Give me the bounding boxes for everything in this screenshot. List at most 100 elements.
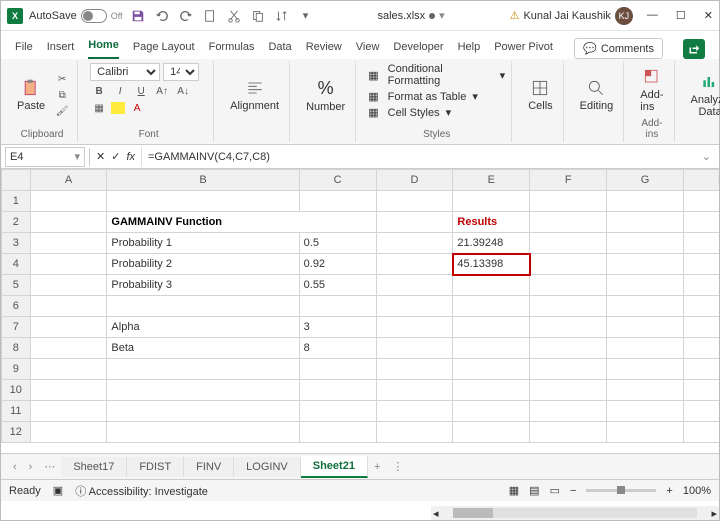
row-header[interactable]: 8 [2, 338, 31, 359]
zoom-out-button[interactable]: − [570, 485, 576, 497]
horizontal-scrollbar[interactable]: ◂ ▸ [431, 506, 719, 520]
tab-page-layout[interactable]: Page Layout [133, 37, 195, 59]
row-header[interactable]: 6 [2, 296, 31, 317]
cut-button[interactable]: ✂ [53, 72, 71, 86]
cell-b4[interactable]: Probability 2 [107, 254, 299, 275]
cell-c5[interactable]: 0.55 [299, 275, 376, 296]
col-header-a[interactable]: A [30, 170, 107, 191]
view-page-layout-icon[interactable]: ▤ [529, 484, 539, 497]
cell-title[interactable]: GAMMAINV Function [107, 212, 376, 233]
editing-button[interactable]: Editing [576, 76, 618, 114]
macros-icon[interactable]: ▣ [53, 484, 63, 497]
copy-button[interactable]: ⧉ [53, 88, 71, 102]
row-header[interactable]: 7 [2, 317, 31, 338]
fill-color-button[interactable] [111, 102, 125, 114]
analyze-data-button[interactable]: Analyze Data [687, 70, 720, 120]
minimize-icon[interactable]: — [647, 9, 658, 22]
filename-chevron-icon[interactable]: ▾ [439, 9, 445, 22]
alignment-button[interactable]: Alignment [226, 76, 283, 114]
select-all-cell[interactable] [2, 170, 31, 191]
underline-button[interactable]: U [132, 84, 150, 98]
bold-button[interactable]: B [90, 84, 108, 98]
share-button[interactable] [683, 39, 705, 59]
cell-c8[interactable]: 8 [299, 338, 376, 359]
number-button[interactable]: % Number [302, 76, 349, 115]
row-header[interactable]: 5 [2, 275, 31, 296]
col-header-h[interactable]: H [684, 170, 719, 191]
sheet-tab[interactable]: Sheet17 [61, 457, 127, 477]
new-sheet-button[interactable]: + [368, 461, 386, 473]
cell-b5[interactable]: Probability 3 [107, 275, 299, 296]
name-box[interactable]: E4 ▾ [5, 147, 85, 167]
cut-icon[interactable] [227, 9, 241, 23]
tab-file[interactable]: File [15, 37, 33, 59]
sort-icon[interactable] [275, 9, 289, 23]
borders-button[interactable]: ▦ [90, 101, 108, 115]
view-normal-icon[interactable]: ▦ [509, 484, 519, 497]
scroll-right-icon[interactable]: ▸ [709, 507, 719, 520]
sheet-tab[interactable]: FINV [184, 457, 234, 477]
tab-formulas[interactable]: Formulas [209, 37, 255, 59]
redo-icon[interactable] [179, 9, 193, 23]
chevron-down-icon[interactable]: ▾ [299, 9, 313, 23]
tab-power-pivot[interactable]: Power Pivot [494, 37, 553, 59]
col-header-g[interactable]: G [607, 170, 684, 191]
namebox-chevron-icon[interactable]: ▾ [74, 150, 80, 163]
spreadsheet-grid[interactable]: A B C D E F G H 1 2 GAMMAINV Function Re… [1, 169, 719, 453]
sheet-nav-more-icon[interactable]: ⋯ [38, 460, 61, 473]
tab-home[interactable]: Home [88, 35, 119, 59]
font-size-select[interactable]: 14 [163, 63, 199, 81]
cell-e4-selected[interactable]: 45.13398 [453, 254, 530, 275]
scroll-left-icon[interactable]: ◂ [431, 507, 441, 520]
zoom-slider[interactable] [586, 489, 656, 492]
row-header[interactable]: 2 [2, 212, 31, 233]
row-header[interactable]: 10 [2, 380, 31, 401]
col-header-d[interactable]: D [376, 170, 453, 191]
col-header-c[interactable]: C [299, 170, 376, 191]
tab-review[interactable]: Review [306, 37, 342, 59]
col-header-b[interactable]: B [107, 170, 299, 191]
paste-button[interactable]: Paste [13, 76, 49, 114]
undo-icon[interactable] [155, 9, 169, 23]
autosave-toggle[interactable]: AutoSave Off [29, 9, 123, 23]
italic-button[interactable]: I [111, 84, 129, 98]
increase-font-icon[interactable]: A↑ [153, 84, 171, 98]
accessibility-status[interactable]: ⓘ Accessibility: Investigate [75, 483, 208, 499]
expand-formula-icon[interactable]: ⌄ [694, 150, 719, 163]
cell-c7[interactable]: 3 [299, 317, 376, 338]
conditional-formatting-button[interactable]: ▦ Conditional Formatting ▾ [368, 63, 505, 87]
tab-data[interactable]: Data [268, 37, 291, 59]
tab-help[interactable]: Help [458, 37, 481, 59]
sheet-nav-prev-icon[interactable]: ‹ [7, 461, 23, 473]
format-painter-button[interactable]: 🖌 [53, 104, 71, 118]
user-name[interactable]: Kunal Jai Kaushik [523, 10, 610, 22]
cell-c3[interactable]: 0.5 [299, 233, 376, 254]
sheet-tab[interactable]: FDIST [127, 457, 184, 477]
font-name-select[interactable]: Calibri [90, 63, 160, 81]
col-header-f[interactable]: F [530, 170, 607, 191]
cell-e3[interactable]: 21.39248 [453, 233, 530, 254]
toggle-switch[interactable] [81, 9, 107, 23]
sheet-nav-next-icon[interactable]: › [23, 461, 39, 473]
cells-button[interactable]: Cells [524, 76, 556, 114]
tab-view[interactable]: View [356, 37, 380, 59]
cell-b7[interactable]: Alpha [107, 317, 299, 338]
cell-styles-button[interactable]: ▦ Cell Styles ▾ [368, 106, 451, 119]
cell-results-header[interactable]: Results [453, 212, 530, 233]
cell-b8[interactable]: Beta [107, 338, 299, 359]
row-header[interactable]: 11 [2, 401, 31, 422]
comments-button[interactable]: 💬 Comments [574, 38, 663, 59]
tab-developer[interactable]: Developer [393, 37, 443, 59]
sheet-tab-active[interactable]: Sheet21 [301, 456, 368, 478]
row-header[interactable]: 4 [2, 254, 31, 275]
cancel-formula-icon[interactable]: ✕ [96, 150, 105, 163]
save-icon[interactable] [131, 9, 145, 23]
fx-icon[interactable]: fx [126, 151, 135, 163]
zoom-level[interactable]: 100% [683, 485, 711, 497]
user-avatar[interactable]: KJ [615, 7, 633, 25]
cell-e5[interactable] [453, 275, 530, 296]
view-page-break-icon[interactable]: ▭ [550, 484, 560, 497]
row-header[interactable]: 9 [2, 359, 31, 380]
sheet-tab[interactable]: LOGINV [234, 457, 301, 477]
enter-formula-icon[interactable]: ✓ [111, 150, 120, 163]
